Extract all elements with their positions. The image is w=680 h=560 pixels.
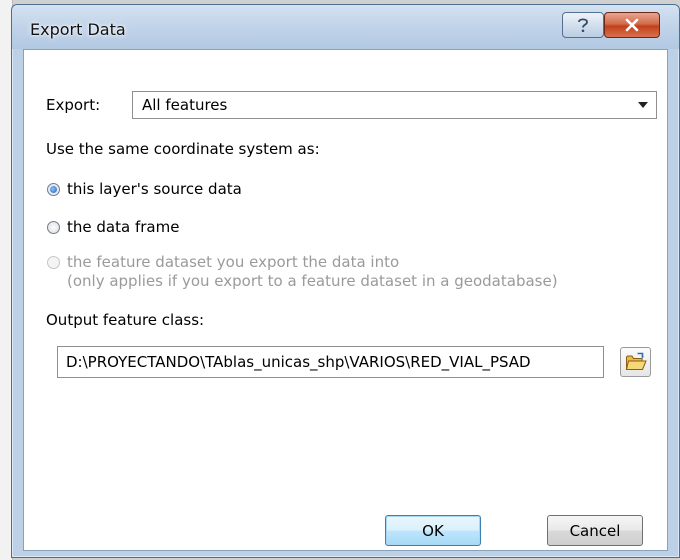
radio-data-frame[interactable]: the data frame [47,218,179,236]
output-path-input[interactable]: D:\PROYECTANDO\TAblas_unicas_shp\VARIOS\… [57,346,604,378]
dialog-title: Export Data [30,20,126,39]
help-button[interactable] [562,12,604,38]
output-feature-class-label: Output feature class: [46,311,205,329]
folder-icon [625,352,647,370]
close-icon [625,18,639,32]
export-select[interactable]: All features [132,91,657,119]
radio-label-main: the feature dataset you export the data … [67,253,400,271]
radio-feature-dataset: the feature dataset you export the data … [47,253,558,291]
export-select-value: All features [142,96,228,114]
ok-button[interactable]: OK [385,515,481,546]
chevron-down-icon [638,102,648,108]
radio-label: this layer's source data [67,180,242,198]
cancel-button[interactable]: Cancel [547,515,643,546]
radio-label-note: (only applies if you export to a feature… [67,272,558,290]
export-data-dialog: Export Data Export: All features Use the… [11,4,680,558]
help-icon [578,18,588,33]
radio-button-disabled [47,256,60,269]
radio-label-disabled: the feature dataset you export the data … [67,253,558,291]
radio-button-checked[interactable] [47,183,60,196]
close-button[interactable] [604,12,660,38]
title-bar[interactable]: Export Data [12,5,679,49]
radio-button[interactable] [47,221,60,234]
radio-layer-source-data[interactable]: this layer's source data [47,180,242,198]
radio-label: the data frame [67,218,180,236]
coordinate-system-heading: Use the same coordinate system as: [46,140,320,158]
browse-button[interactable] [620,347,651,377]
dialog-body: Export: All features Use the same coordi… [23,49,668,551]
export-label: Export: [46,96,101,114]
